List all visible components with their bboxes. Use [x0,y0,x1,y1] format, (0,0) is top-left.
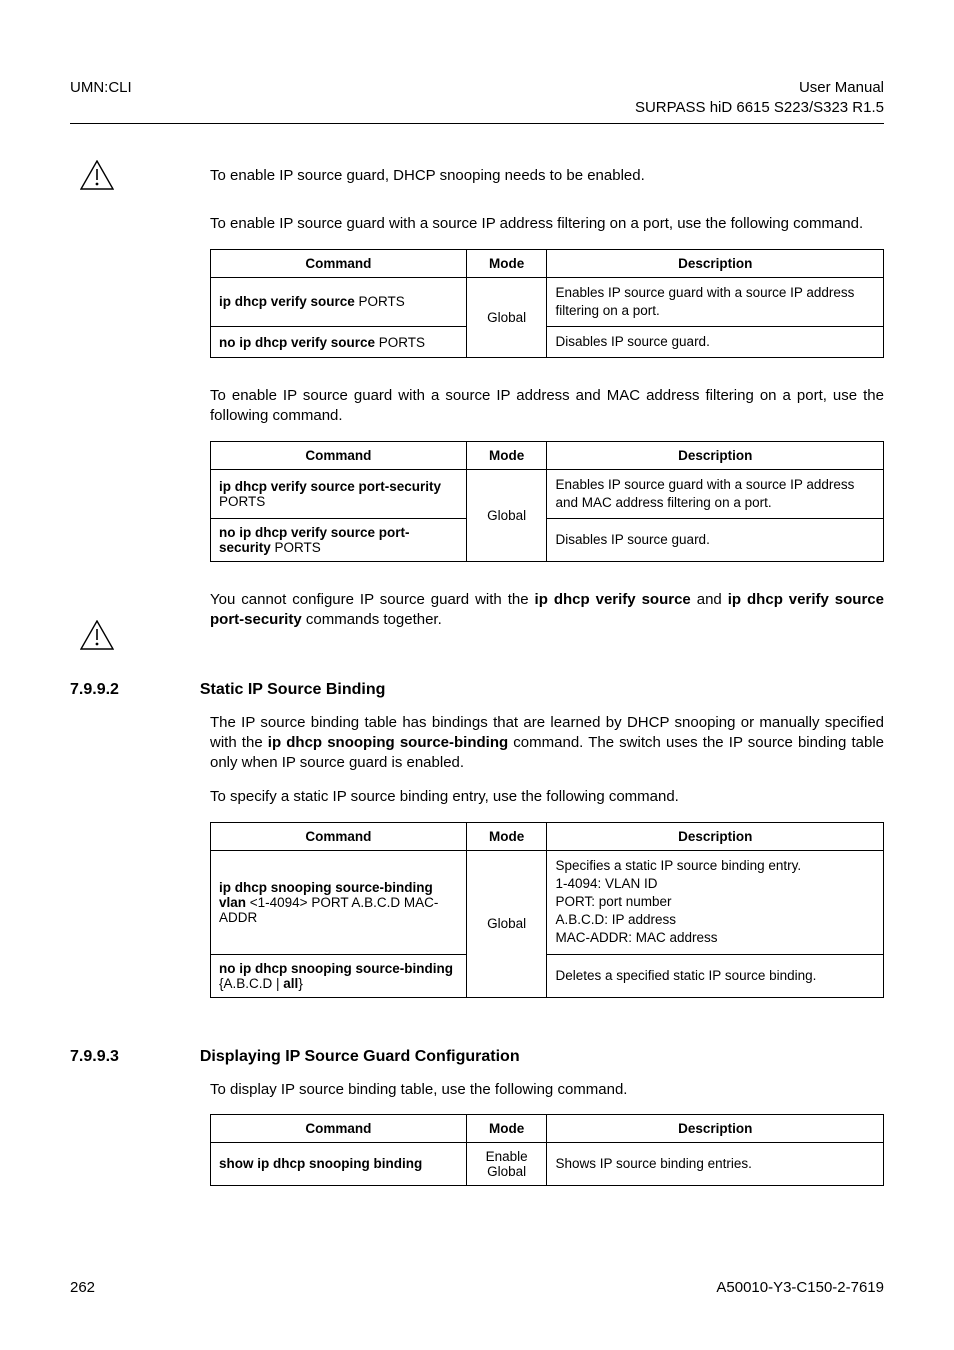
note-part: You cannot configure IP source guard wit… [210,591,535,608]
table-header-row: Command Mode Description [211,1114,884,1142]
cmd-part: } [298,976,303,991]
th-mode: Mode [466,249,547,277]
desc-line: 1-4094: VLAN ID [555,875,875,893]
header-rule [70,123,884,124]
table-row: no ip dhcp verify source port-security P… [211,519,884,562]
table-row: show ip dhcp snooping binding Enable Glo… [211,1142,884,1185]
cmd-text: no ip dhcp verify source [219,335,379,350]
table-row: no ip dhcp verify source PORTS Disables … [211,326,884,357]
desc-cell: Disables IP source guard. [547,326,884,357]
th-command: Command [211,822,467,850]
section-heading: 7.9.9.2 Static IP Source Binding [70,681,884,699]
caution-icon [80,160,114,190]
cmd-cell: ip dhcp verify source port-security PORT… [211,469,467,518]
caution-icon [80,620,114,650]
section-title: Displaying IP Source Guard Configuration [200,1048,520,1065]
th-command: Command [211,249,467,277]
table-row: ip dhcp verify source port-security PORT… [211,469,884,518]
th-description: Description [547,441,884,469]
header-left: UMN:CLI [70,78,132,117]
th-mode: Mode [466,441,547,469]
cmd-arg: A.B.C.D [224,976,273,991]
cmd-arg: PORTS [275,540,321,555]
footer-right: A50010-Y3-C150-2-7619 [716,1279,884,1296]
desc-line: MAC-ADDR: MAC address [555,929,875,947]
body-paragraph: To enable IP source guard with a source … [210,214,884,234]
body-paragraph: The IP source binding table has bindings… [210,713,884,774]
desc-line: PORT: port number [555,893,875,911]
th-description: Description [547,822,884,850]
command-table: Command Mode Description ip dhcp verify … [210,441,884,562]
cmd-cell: no ip dhcp snooping source-binding {A.B.… [211,954,467,997]
table-row: ip dhcp verify source PORTS Global Enabl… [211,277,884,326]
th-command: Command [211,1114,467,1142]
command-table: Command Mode Description ip dhcp snoopin… [210,822,884,998]
cmd-text: ip dhcp verify source [219,294,359,309]
section-heading: 7.9.9.3 Displaying IP Source Guard Confi… [70,1048,884,1066]
section-title: Static IP Source Binding [200,681,386,698]
header-right-1: User Manual [635,78,884,98]
para-cmd: ip dhcp snooping source-binding [268,734,508,751]
body-paragraph: To enable IP source guard with a source … [210,386,884,427]
desc-cell: Enables IP source guard with a source IP… [547,469,884,518]
section-number: 7.9.9.2 [70,681,119,698]
mode-cell: Global [466,469,547,561]
th-command: Command [211,441,467,469]
command-table: Command Mode Description show ip dhcp sn… [210,1114,884,1186]
table-header-row: Command Mode Description [211,249,884,277]
section-number: 7.9.9.3 [70,1048,119,1065]
desc-cell: Disables IP source guard. [547,519,884,562]
footer-left: 262 [70,1279,95,1296]
desc-cell: Shows IP source binding entries. [547,1142,884,1185]
mode-cell: Global [466,277,547,358]
cmd-arg: PORTS [359,294,405,309]
page-header: UMN:CLI User Manual SURPASS hiD 6615 S22… [70,78,884,117]
cmd-arg: <1-4094> [246,895,311,910]
th-description: Description [547,1114,884,1142]
table-header-row: Command Mode Description [211,822,884,850]
cmd-cell: no ip dhcp verify source port-security P… [211,519,467,562]
command-table: Command Mode Description ip dhcp verify … [210,249,884,359]
desc-cell: Enables IP source guard with a source IP… [547,277,884,326]
desc-cell: Deletes a specified static IP source bin… [547,954,884,997]
table-row: no ip dhcp snooping source-binding {A.B.… [211,954,884,997]
note-text: To enable IP source guard, DHCP snooping… [210,166,884,186]
desc-line: Specifies a static IP source binding ent… [555,857,875,875]
desc-line: A.B.C.D: IP address [555,911,875,929]
cmd-part: | [272,976,283,991]
body-paragraph: To display IP source binding table, use … [210,1080,884,1100]
note-cmd: ip dhcp verify source [535,591,691,608]
mode-cell: Global [466,850,547,997]
note-part: commands together. [302,611,442,628]
cmd-cell: ip dhcp verify source PORTS [211,277,467,326]
note-text: You cannot configure IP source guard wit… [210,590,884,631]
note-part: and [691,591,728,608]
cmd-text: ip dhcp verify source port-security [219,479,441,494]
desc-cell: Specifies a static IP source binding ent… [547,850,884,954]
body-paragraph: To specify a static IP source binding en… [210,787,884,807]
cmd-cell: ip dhcp snooping source-binding vlan <1-… [211,850,467,954]
page-footer: 262 A50010-Y3-C150-2-7619 [70,1279,884,1296]
cmd-arg: PORTS [219,494,265,509]
table-header-row: Command Mode Description [211,441,884,469]
cmd-cell: no ip dhcp verify source PORTS [211,326,467,357]
th-mode: Mode [466,1114,547,1142]
cmd-text: all [283,976,298,991]
cmd-text: no ip dhcp snooping source-binding [219,961,453,976]
mode-line: Enable [475,1149,539,1164]
cmd-arg: PORTS [379,335,425,350]
th-description: Description [547,249,884,277]
cmd-cell: show ip dhcp snooping binding [211,1142,467,1185]
mode-line: Global [475,1164,539,1179]
mode-cell: Enable Global [466,1142,547,1185]
header-right-2: SURPASS hiD 6615 S223/S323 R1.5 [635,98,884,118]
table-row: ip dhcp snooping source-binding vlan <1-… [211,850,884,954]
th-mode: Mode [466,822,547,850]
